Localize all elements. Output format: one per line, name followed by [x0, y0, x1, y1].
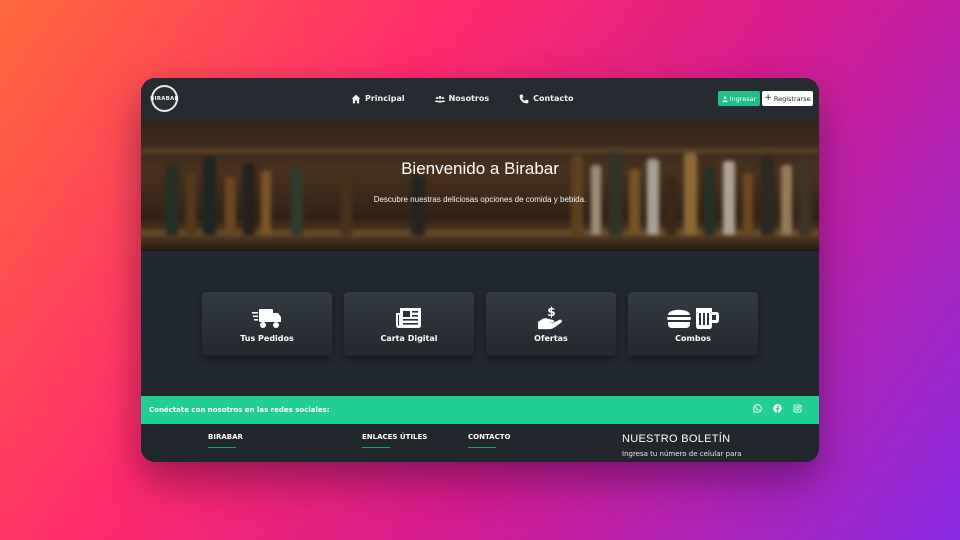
- card-combos[interactable]: Combos: [628, 292, 758, 356]
- facebook-icon[interactable]: [773, 404, 782, 413]
- divider: [362, 447, 390, 448]
- browser-window: BIRABAR Principal Nosotros Contacto Ingr…: [141, 78, 819, 462]
- svg-text:$: $: [547, 306, 555, 319]
- card-label: Tus Pedidos: [240, 333, 294, 343]
- social-icons: [753, 404, 802, 413]
- footer: BIRABAR ENLACES ÚTILES CONTACTO NUESTRO …: [141, 424, 819, 462]
- hero-subtitle: Descubre nuestras deliciosas opciones de…: [373, 195, 587, 204]
- user-icon: [722, 95, 728, 102]
- register-label: Registrarse: [773, 94, 811, 103]
- card-label: Ofertas: [534, 333, 568, 343]
- register-button[interactable]: + Registrarse: [762, 91, 813, 106]
- footer-col-title: ENLACES ÚTILES: [362, 433, 428, 441]
- users-icon: [434, 95, 445, 102]
- newspaper-icon: [396, 307, 421, 328]
- nav-item-contacto[interactable]: Contacto: [519, 94, 573, 104]
- brand-logo[interactable]: BIRABAR: [150, 85, 179, 112]
- feature-cards: Tus Pedidos Carta Digital $ Ofertas Comb…: [202, 292, 758, 356]
- login-label: Ingresar: [729, 94, 757, 103]
- whatsapp-icon[interactable]: [753, 404, 762, 413]
- card-carta-digital[interactable]: Carta Digital: [344, 292, 474, 356]
- nav-links: Principal Nosotros Contacto: [351, 78, 573, 119]
- hero-title: Bienvenido a Birabar: [401, 159, 559, 178]
- delivery-truck-icon: [252, 308, 281, 328]
- plus-icon: +: [764, 93, 772, 103]
- hand-dollar-icon: $: [538, 306, 562, 329]
- footer-col-title: CONTACTO: [468, 433, 511, 441]
- social-text: Conéctate con nosotros en las redes soci…: [149, 406, 330, 414]
- nav-item-label: Contacto: [533, 94, 574, 103]
- nav-item-label: Nosotros: [448, 94, 490, 103]
- hero-banner: Bienvenido a Birabar Descubre nuestras d…: [141, 119, 819, 251]
- card-label: Carta Digital: [380, 333, 438, 343]
- burger-beer-icon: [667, 307, 719, 329]
- instagram-icon[interactable]: [793, 404, 802, 413]
- nav-item-principal[interactable]: Principal: [351, 94, 405, 104]
- card-ofertas[interactable]: $ Ofertas: [486, 292, 616, 356]
- home-icon: [351, 94, 361, 103]
- nav-item-nosotros[interactable]: Nosotros: [434, 94, 490, 104]
- card-label: Combos: [675, 333, 711, 343]
- navbar: BIRABAR Principal Nosotros Contacto Ingr…: [141, 78, 819, 119]
- newsletter-text: Ingresa tu número de celular para: [622, 450, 742, 458]
- divider: [208, 447, 236, 448]
- footer-col-title: BIRABAR: [208, 433, 243, 441]
- footer-col-contacto: CONTACTO: [468, 433, 510, 448]
- social-bar: Conéctate con nosotros en las redes soci…: [141, 396, 819, 424]
- card-tus-pedidos[interactable]: Tus Pedidos: [202, 292, 332, 356]
- footer-col-birabar: BIRABAR: [208, 433, 243, 448]
- divider: [468, 447, 496, 448]
- nav-item-label: Principal: [365, 94, 405, 103]
- phone-icon: [519, 94, 529, 103]
- login-button[interactable]: Ingresar: [718, 91, 760, 106]
- footer-col-enlaces: ENLACES ÚTILES: [362, 433, 427, 448]
- newsletter-title: NUESTRO BOLETÍN: [622, 433, 731, 445]
- logo-text: BIRABAR: [150, 95, 179, 102]
